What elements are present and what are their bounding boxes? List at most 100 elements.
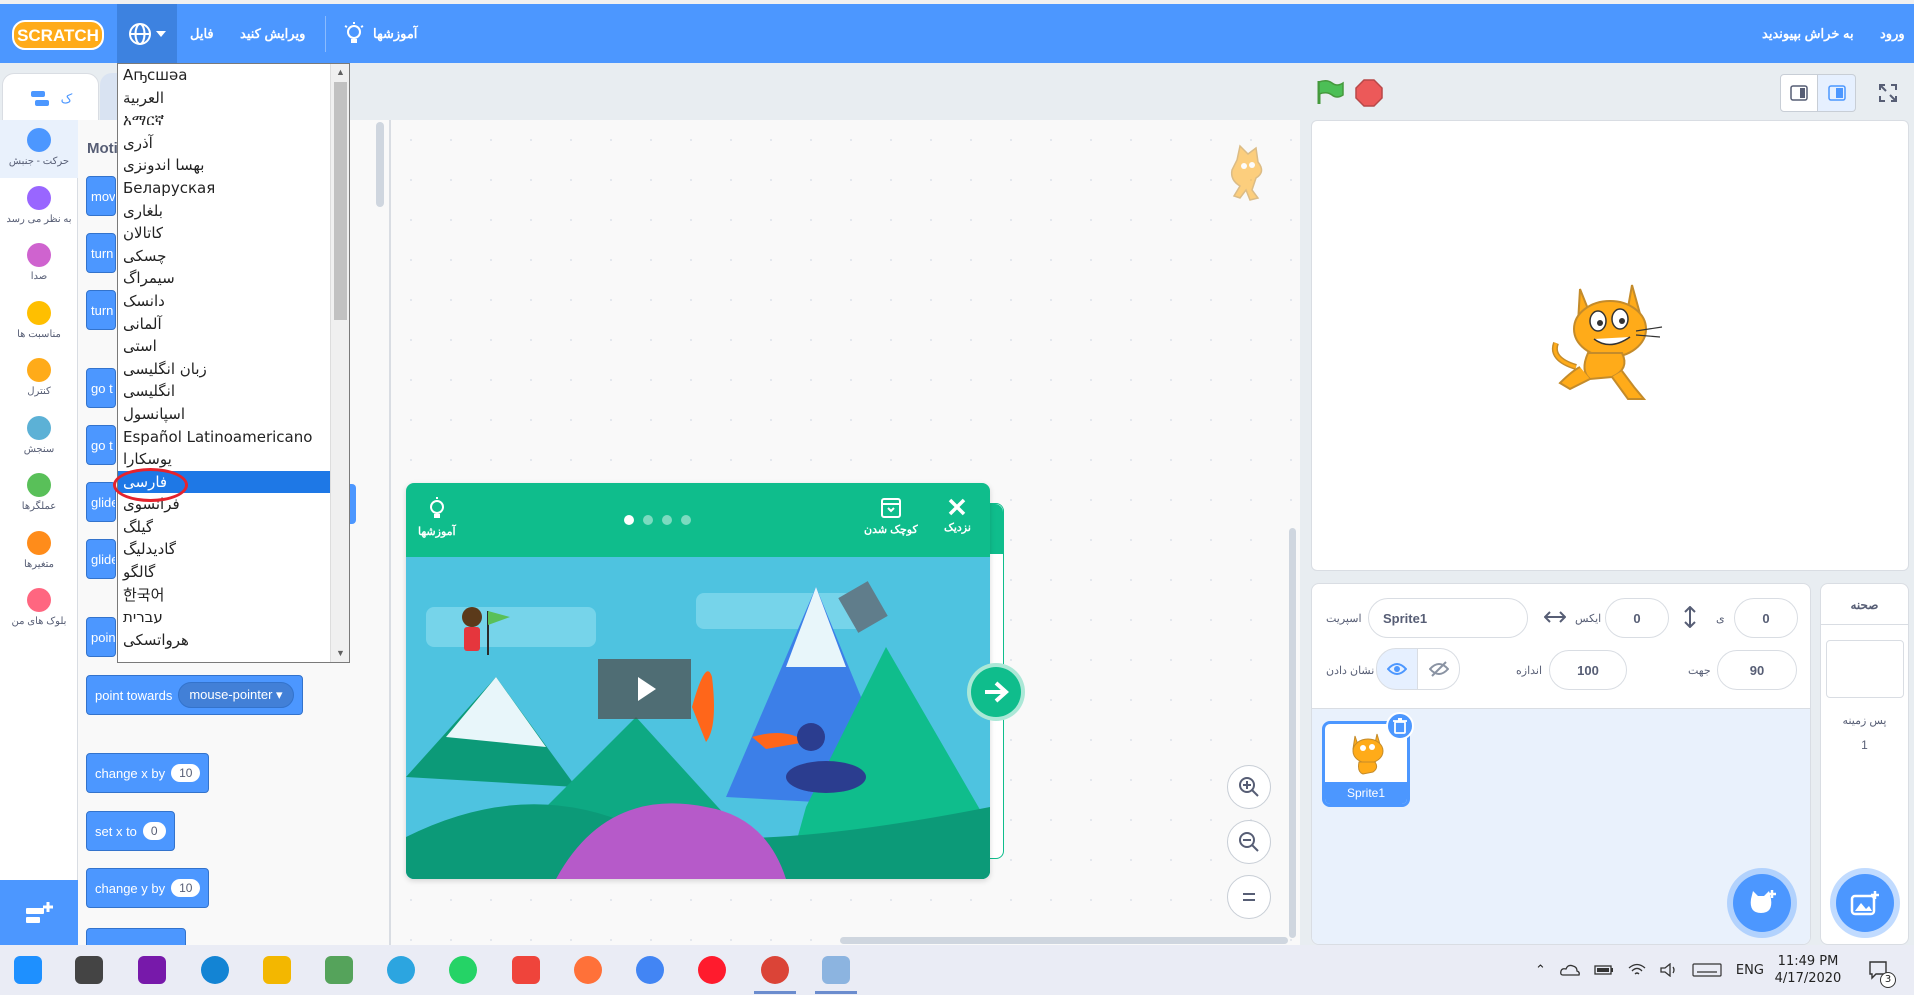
show-visible-button[interactable] bbox=[1376, 648, 1418, 690]
language-option[interactable]: بهسا اندونزی bbox=[118, 154, 331, 177]
sign-in-link[interactable]: ورود bbox=[1880, 4, 1905, 63]
language-option[interactable]: دانسک bbox=[118, 290, 331, 313]
scroll-up-icon[interactable]: ▲ bbox=[331, 64, 349, 81]
size-input[interactable]: 100 bbox=[1549, 650, 1627, 690]
language-option[interactable]: بلغاری bbox=[118, 200, 331, 223]
language-option[interactable]: አማርኛ bbox=[118, 109, 331, 132]
add-extension-button[interactable] bbox=[0, 880, 78, 945]
category-item[interactable]: کنترل bbox=[0, 350, 78, 408]
language-scrollbar-thumb[interactable] bbox=[334, 82, 347, 320]
category-item[interactable]: حرکت - جنبش bbox=[0, 120, 78, 178]
point-towards-dropdown[interactable]: mouse-pointer ▾ bbox=[178, 682, 294, 708]
stage-backdrop-thumbnail[interactable] bbox=[1826, 640, 1904, 698]
zoom-out-button[interactable] bbox=[1227, 820, 1271, 864]
language-option[interactable]: Español Latinoamericano bbox=[118, 426, 331, 449]
stop-icon[interactable] bbox=[1355, 79, 1383, 107]
tutorial-next-button[interactable] bbox=[967, 663, 1025, 721]
language-option[interactable]: Аҧсшәа bbox=[118, 64, 331, 87]
green-flag-icon[interactable] bbox=[1315, 79, 1345, 105]
change-x-input[interactable]: 10 bbox=[171, 764, 201, 782]
language-option[interactable]: استی bbox=[118, 335, 331, 358]
language-option[interactable]: گالگو bbox=[118, 561, 331, 584]
category-item[interactable]: متغیرها bbox=[0, 523, 78, 581]
taskbar-opera-icon[interactable] bbox=[691, 949, 733, 991]
keyboard-icon[interactable] bbox=[1692, 963, 1722, 977]
taskbar-windows-icon[interactable] bbox=[7, 949, 49, 991]
taskbar-explorer-icon[interactable] bbox=[256, 949, 298, 991]
go-to-xy-block[interactable]: go t bbox=[86, 425, 116, 465]
go-to-block[interactable]: go t bbox=[86, 368, 116, 408]
language-option[interactable]: گادیدلیگ bbox=[118, 538, 331, 561]
change-x-block[interactable]: change x by 10 bbox=[86, 753, 210, 793]
onedrive-icon[interactable] bbox=[1560, 964, 1580, 976]
tutorials-menu[interactable]: آموزشها bbox=[343, 4, 417, 63]
glide-to-block[interactable]: glide bbox=[86, 482, 116, 522]
tutorial-card-tutorials-button[interactable]: آموزشها bbox=[418, 497, 456, 538]
tray-overflow-icon[interactable]: ⌃ bbox=[1535, 963, 1546, 978]
category-item[interactable]: بلوک های من bbox=[0, 580, 78, 638]
language-option[interactable]: سیمراگ bbox=[118, 267, 331, 290]
volume-icon[interactable] bbox=[1660, 963, 1678, 977]
language-option[interactable]: עברית bbox=[118, 606, 331, 629]
scroll-down-icon[interactable]: ▼ bbox=[331, 645, 349, 662]
language-option[interactable]: فارسی bbox=[118, 470, 331, 494]
pager-dot[interactable] bbox=[624, 515, 634, 525]
add-backdrop-button[interactable] bbox=[1836, 874, 1894, 932]
tab-code[interactable]: ک bbox=[2, 73, 99, 123]
category-item[interactable]: عملگرها bbox=[0, 465, 78, 523]
show-hidden-button[interactable] bbox=[1418, 648, 1460, 690]
move-block[interactable]: mov bbox=[86, 176, 116, 216]
taskbar-chrome-profile-icon[interactable] bbox=[754, 949, 796, 991]
change-y-block[interactable]: change y by 10 bbox=[86, 868, 210, 908]
small-stage-button[interactable] bbox=[1780, 74, 1818, 112]
join-scratch-link[interactable]: به خراش بپیوندید bbox=[1762, 4, 1854, 63]
y-input[interactable]: 0 bbox=[1734, 598, 1798, 638]
turn-right-block[interactable]: turn bbox=[86, 233, 116, 273]
taskbar-edge-icon[interactable] bbox=[194, 949, 236, 991]
pager-dot[interactable] bbox=[662, 515, 672, 525]
tutorial-shrink-button[interactable]: کوچک شدن bbox=[864, 497, 918, 536]
taskbar-anydesk-icon[interactable] bbox=[505, 949, 547, 991]
pager-dot[interactable] bbox=[681, 515, 691, 525]
set-x-input[interactable]: 0 bbox=[142, 822, 166, 840]
category-item[interactable]: مناسبت ها bbox=[0, 293, 78, 351]
file-menu[interactable]: فایل bbox=[190, 4, 214, 63]
pager-dot[interactable] bbox=[643, 515, 653, 525]
code-area-vertical-scrollbar[interactable] bbox=[1289, 528, 1296, 938]
x-input[interactable]: 0 bbox=[1605, 598, 1669, 638]
clock[interactable]: 11:49 PM 4/17/2020 bbox=[1765, 945, 1851, 995]
category-item[interactable]: صدا bbox=[0, 235, 78, 293]
sprite-name-input[interactable]: Sprite1 bbox=[1368, 598, 1528, 638]
point-towards-block[interactable]: point towards mouse-pointer ▾ bbox=[86, 675, 303, 715]
battery-icon[interactable] bbox=[1594, 964, 1614, 976]
taskbar-whatsapp-icon[interactable] bbox=[442, 949, 484, 991]
cat-sprite[interactable] bbox=[1550, 279, 1670, 409]
taskbar-telegram-icon[interactable] bbox=[380, 949, 422, 991]
language-option[interactable]: العربية bbox=[118, 87, 331, 110]
language-option[interactable]: هرواتسکی bbox=[118, 629, 331, 652]
direction-input[interactable]: 90 bbox=[1717, 650, 1797, 690]
tutorial-close-button[interactable]: نزدیک bbox=[944, 497, 971, 534]
language-scrollbar[interactable]: ▲ ▼ bbox=[330, 64, 349, 662]
code-area-horizontal-scrollbar[interactable] bbox=[840, 937, 1288, 944]
set-x-block[interactable]: set x to 0 bbox=[86, 811, 175, 851]
input-language[interactable]: ENG bbox=[1736, 963, 1764, 978]
language-option[interactable]: اسپانسول bbox=[118, 403, 331, 426]
taskbar-firefox-icon[interactable] bbox=[567, 949, 609, 991]
category-item[interactable]: به نظر می رسد bbox=[0, 178, 78, 236]
language-option[interactable]: فرانسوی bbox=[118, 493, 331, 516]
video-play-button[interactable] bbox=[598, 659, 691, 719]
language-option[interactable]: زبان انگلیسی bbox=[118, 358, 331, 381]
change-y-input[interactable]: 10 bbox=[171, 879, 201, 897]
glide-to-xy-block[interactable]: glide bbox=[86, 539, 116, 579]
edit-menu[interactable]: ویرایش کنید bbox=[240, 4, 305, 63]
zoom-in-button[interactable] bbox=[1227, 765, 1271, 809]
palette-scrollbar[interactable] bbox=[376, 122, 384, 207]
notification-center[interactable]: 3 bbox=[1868, 945, 1896, 995]
scratch-logo[interactable]: SCRATCH bbox=[12, 18, 104, 52]
language-option[interactable]: انگلیسی bbox=[118, 380, 331, 403]
language-option[interactable]: یوسکارا bbox=[118, 448, 331, 471]
language-option[interactable]: 한국어 bbox=[118, 584, 331, 607]
normal-stage-button[interactable] bbox=[1818, 74, 1856, 112]
language-option[interactable]: Беларуская bbox=[118, 177, 331, 200]
